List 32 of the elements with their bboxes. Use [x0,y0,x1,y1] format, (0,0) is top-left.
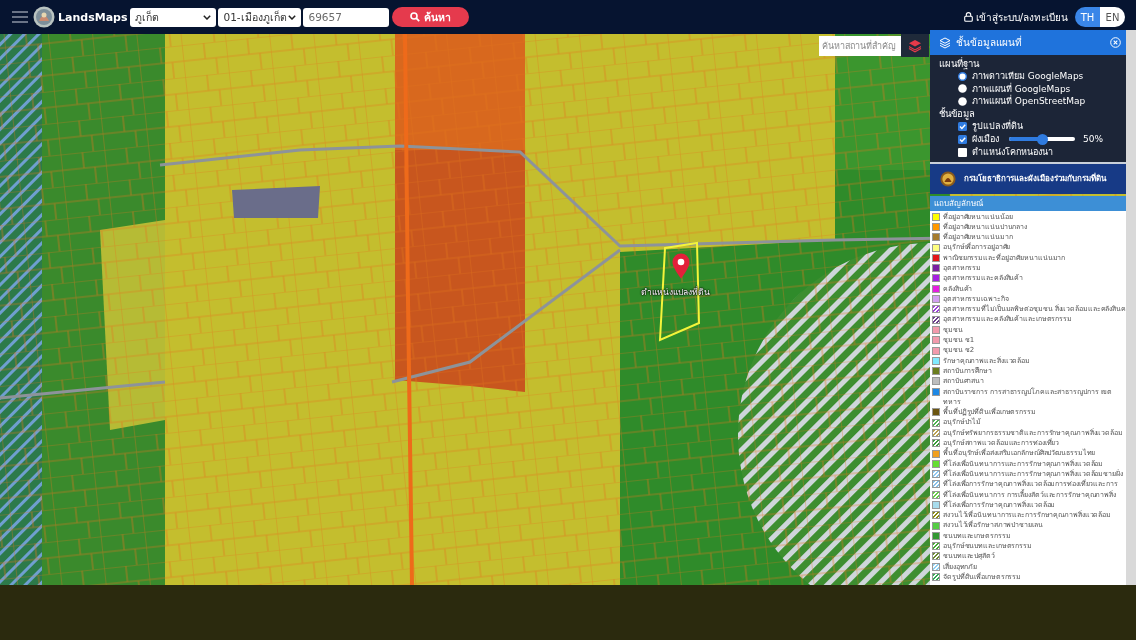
layers-icon[interactable] [908,38,922,53]
province-select[interactable]: ภูเก็ต [130,7,217,27]
slider-thumb[interactable] [1036,133,1048,145]
language-tab[interactable]: EN [1100,7,1125,27]
search-icon [410,12,421,22]
menu-icon[interactable] [12,11,28,23]
opacity-value: 50% [1083,134,1103,144]
language-tab[interactable]: TH [1075,7,1100,27]
district-select[interactable]: 01-เมืองภูเก็ต [218,7,302,27]
section-heading: ชั้นข้อมูล [939,107,975,120]
logo-icon [33,6,55,28]
layer-checkbox-option[interactable]: รูปแปลงที่ดิน [958,119,1023,133]
basemap-radio-option[interactable]: ภาพดาวเทียม GoogleMaps [958,70,1084,83]
lock-icon [963,12,973,22]
layers-icon [939,36,951,49]
parcel-number-field[interactable]: 69657 [303,7,390,27]
basemap-radio-option[interactable]: ภาพแผนที่ OpenStreetMap [958,95,1086,108]
search-button[interactable]: ค้นหา [392,7,470,27]
layer-checkbox-option[interactable]: ผังเมือง [958,132,999,146]
place-search-field[interactable]: ค้นหาสถานที่สำคัญ [819,36,901,56]
emblem-icon [940,170,956,187]
brand-name: LandsMaps [58,10,128,24]
agency-name: กรมโยธาธิการและผังเมืองร่วมกับกรมที่ดิน [964,172,1106,185]
chevron-down-icon [203,14,212,20]
chevron-down-icon [288,14,297,20]
basemap-radio-option[interactable]: ภาพแผนที่ GoogleMaps [958,82,1071,95]
login-link[interactable]: เข้าสู่ระบบ/ลงทะเบียน [963,9,1068,25]
map-pin-icon [672,253,690,279]
section-heading: แผนที่ฐาน [939,58,979,70]
panel-title: ชั้นข้อมูลแผนที่ [956,35,1023,50]
layer-checkbox-option[interactable]: ตำแหน่งโคกหนองนา [958,145,1053,159]
close-icon[interactable] [1110,37,1121,48]
